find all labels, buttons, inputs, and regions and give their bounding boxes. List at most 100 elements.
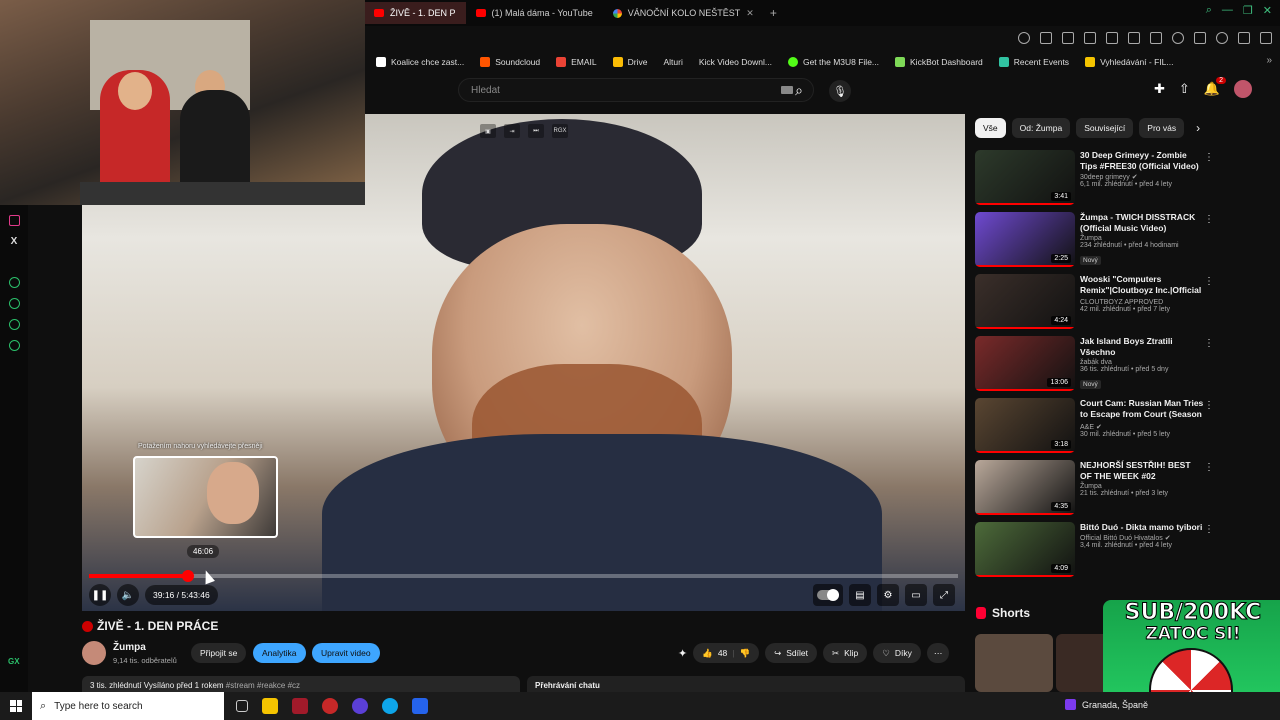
shield-icon[interactable]	[1084, 32, 1096, 44]
recommendation-channel[interactable]: Žumpa	[1080, 483, 1204, 490]
subtitles-button[interactable]: ▤	[849, 584, 871, 606]
notifications-button[interactable]: 🔔 2	[1204, 77, 1226, 97]
recommendation-title[interactable]: Court Cam: Russian Man Tries to Escape f…	[1080, 398, 1204, 422]
recommendation-channel[interactable]: A&E ✔	[1080, 423, 1204, 431]
search-button[interactable]: ⌕	[788, 80, 810, 100]
recommendation-title[interactable]: Bittó Duó - Dikta mamo tyibori	[1080, 522, 1204, 533]
chevron-right-icon[interactable]: ›	[1190, 121, 1206, 135]
channel-avatar[interactable]	[82, 641, 106, 665]
voice-search-button[interactable]: 🎙	[829, 80, 851, 102]
play-circle-icon[interactable]	[8, 277, 20, 288]
weather-widget[interactable]: Granada, Španě	[1065, 699, 1148, 710]
profile-icon[interactable]	[1216, 32, 1228, 44]
extensions-icon[interactable]	[8, 319, 20, 330]
account-avatar[interactable]	[1234, 80, 1252, 98]
bookmark-drive[interactable]: Drive	[612, 57, 648, 67]
taskbar-search-input[interactable]	[54, 700, 205, 712]
recommendation-item[interactable]: 4:09 Bittó Duó - Dikta mamo tyibori Offici…	[975, 522, 1220, 584]
maximize-button[interactable]: ❐	[1243, 4, 1253, 17]
recommendation-channel[interactable]: Žumpa	[1080, 235, 1204, 242]
progress-bar[interactable]	[89, 570, 958, 582]
volume-button[interactable]: 🔈	[117, 584, 139, 606]
bookmark-koalice[interactable]: Koalice chce zast...	[376, 57, 464, 67]
analytics-button[interactable]: Analytika	[253, 643, 306, 663]
bookmark-email[interactable]: EMAIL	[556, 57, 597, 67]
bookmark-vyhledavani[interactable]: Vyhledávání - FIL...	[1085, 57, 1173, 67]
recommendation-title[interactable]: Jak Island Boys Ztratili Všechno	[1080, 336, 1204, 358]
bookmark-recent-events[interactable]: Recent Events	[998, 57, 1069, 67]
download-icon[interactable]	[1238, 32, 1250, 44]
recommendation-title[interactable]: 30 Deep Grimeyy - Zombie Tips #FREE30 (O…	[1080, 150, 1204, 172]
rgx-icon[interactable]: RGX	[552, 124, 568, 138]
recommendation-item[interactable]: 2:25 Žumpa - TWICH DISSTRACK (Official Mu…	[975, 212, 1220, 274]
tab-active[interactable]: ŽIVĚ - 1. DEN P	[364, 2, 466, 24]
search-input[interactable]	[471, 84, 781, 96]
bookmarks-more-icon[interactable]: »	[1266, 55, 1272, 66]
heart-icon[interactable]	[1172, 32, 1184, 44]
clip-button[interactable]: ✂ Klip	[822, 643, 868, 663]
bookmark-m3u8[interactable]: Get the M3U8 File...	[787, 57, 879, 67]
bookmark-alturi[interactable]: Alturi	[664, 57, 683, 67]
sparkle-icon[interactable]: ✦	[678, 647, 687, 660]
recommendation-channel[interactable]: 30deep grimeyy ✔	[1080, 173, 1204, 181]
chip-for-you[interactable]: Pro vás	[1139, 118, 1185, 138]
history-icon[interactable]	[8, 298, 20, 309]
recommendation-channel[interactable]: Official Bittó Duó Hivatalos ✔	[1080, 534, 1204, 542]
minimize-button[interactable]: —	[1222, 4, 1233, 17]
edit-video-button[interactable]: Upravit video	[312, 643, 380, 663]
recommendation-thumbnail[interactable]: 4:35	[975, 460, 1075, 515]
pin-icon[interactable]	[1040, 32, 1052, 44]
chip-from-channel[interactable]: Od: Žumpa	[1011, 118, 1071, 138]
more-options-icon[interactable]: ⋮	[1204, 400, 1214, 411]
recommendation-title[interactable]: NEJHORŠÍ SESTŘIH! BEST OF THE WEEK #02	[1080, 460, 1204, 482]
bookmark-kick-video[interactable]: Kick Video Downl...	[699, 57, 772, 67]
enter-icon[interactable]: ⇥	[504, 124, 520, 138]
create-icon[interactable]: ✚	[1154, 81, 1165, 97]
recommendation-thumbnail[interactable]: 4:09	[975, 522, 1075, 577]
recommendation-thumbnail[interactable]: 4:24	[975, 274, 1075, 329]
chip-related[interactable]: Související	[1076, 118, 1134, 138]
translate-icon[interactable]	[1128, 32, 1140, 44]
recommendation-item[interactable]: 4:24 Wooski "Computers Remix"|Cloutboyz I…	[975, 274, 1220, 336]
task-view-icon[interactable]	[236, 700, 248, 712]
search-tabs-icon[interactable]: ⌕	[1206, 4, 1212, 17]
file-explorer-icon[interactable]	[262, 698, 278, 714]
new-tab-button[interactable]: +	[764, 6, 783, 20]
tab-vanocni-kolo[interactable]: VÁNOČNÍ KOLO NEŠTĚST ✕	[603, 2, 764, 24]
autoplay-toggle[interactable]	[813, 584, 843, 606]
channel-name[interactable]: Žumpa	[113, 642, 146, 653]
settings-icon[interactable]	[8, 340, 20, 351]
miniplayer-button[interactable]: ▭	[905, 584, 927, 606]
recommendation-thumbnail[interactable]: 3:41	[975, 150, 1075, 205]
more-options-icon[interactable]: ⋮	[1204, 524, 1214, 535]
opera-gx-icon[interactable]	[292, 698, 308, 714]
description-box[interactable]: 3 tis. zhlédnutí Vysíláno před 1 rokem #…	[82, 676, 520, 692]
fullscreen-button[interactable]: ⤢	[933, 584, 955, 606]
more-options-icon[interactable]: ⋮	[1204, 152, 1214, 163]
x-icon[interactable]: X	[9, 236, 20, 247]
more-options-icon[interactable]: ⋮	[1204, 338, 1214, 349]
recommendation-thumbnail[interactable]: 2:25	[975, 212, 1075, 267]
pause-button[interactable]: ❚❚	[89, 584, 111, 606]
close-tab-icon[interactable]: ✕	[746, 8, 754, 19]
join-button[interactable]: Připojit se	[191, 643, 247, 663]
pip-icon[interactable]: ▣	[480, 124, 496, 138]
recommendation-thumbnail[interactable]: 3:18	[975, 398, 1075, 453]
short-thumbnail[interactable]	[975, 634, 1053, 692]
obs-icon[interactable]	[322, 698, 338, 714]
description-tags[interactable]: #stream #reakce #cz	[226, 681, 300, 690]
bookmark-soundcloud[interactable]: Soundcloud	[480, 57, 540, 67]
skip-icon[interactable]: ⏭	[528, 124, 544, 138]
close-window-button[interactable]: ✕	[1263, 4, 1272, 17]
chip-all[interactable]: Vše	[975, 118, 1006, 138]
app-window-icon[interactable]	[412, 698, 428, 714]
scrubber-handle[interactable]	[182, 570, 195, 582]
bookmark-kickbot[interactable]: KickBot Dashboard	[895, 57, 983, 67]
upload-icon[interactable]: ⇧	[1179, 81, 1190, 97]
recommendation-channel[interactable]: CLOUTBOYZ APPROVED	[1080, 299, 1204, 306]
like-button[interactable]: 👍	[702, 648, 713, 659]
more-options-icon[interactable]: ⋮	[1204, 214, 1214, 225]
recommendation-thumbnail[interactable]: 13:06	[975, 336, 1075, 391]
recommendation-item[interactable]: 3:18 Court Cam: Russian Man Tries to Esca…	[975, 398, 1220, 460]
start-button[interactable]	[0, 692, 32, 720]
